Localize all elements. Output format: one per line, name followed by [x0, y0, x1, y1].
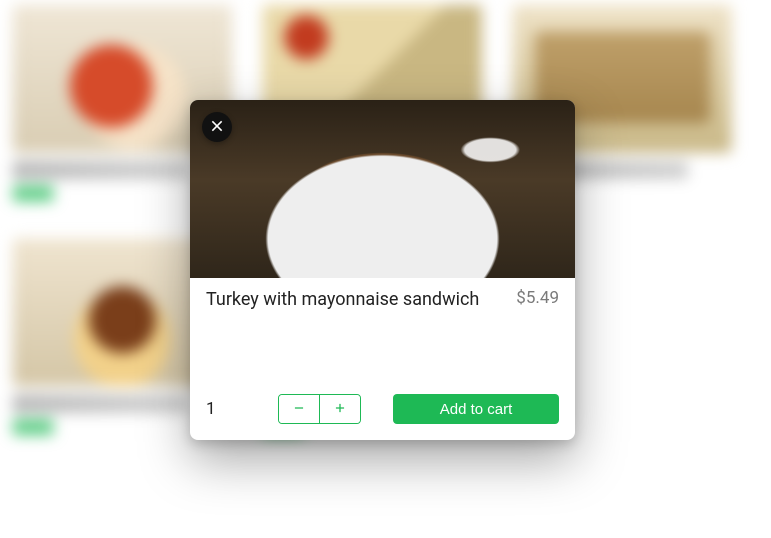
plus-icon — [333, 401, 347, 418]
product-price: $5.49 — [516, 288, 559, 308]
product-image — [190, 100, 575, 278]
product-title: Turkey with mayonnaise sandwich — [206, 288, 479, 311]
close-icon — [209, 118, 225, 137]
product-modal: Turkey with mayonnaise sandwich $5.49 1 — [190, 100, 575, 440]
quantity-value: 1 — [206, 399, 224, 419]
menu-card-label — [13, 161, 188, 179]
quantity-increase-button[interactable] — [320, 395, 360, 423]
quantity-decrease-button[interactable] — [279, 395, 319, 423]
add-to-cart-button[interactable]: Add to cart — [393, 394, 559, 424]
close-button[interactable] — [202, 112, 232, 142]
quantity-stepper — [278, 394, 361, 424]
menu-card-label — [13, 394, 188, 412]
menu-card-price — [13, 185, 54, 201]
menu-card-price — [13, 419, 54, 435]
minus-icon — [292, 401, 306, 418]
